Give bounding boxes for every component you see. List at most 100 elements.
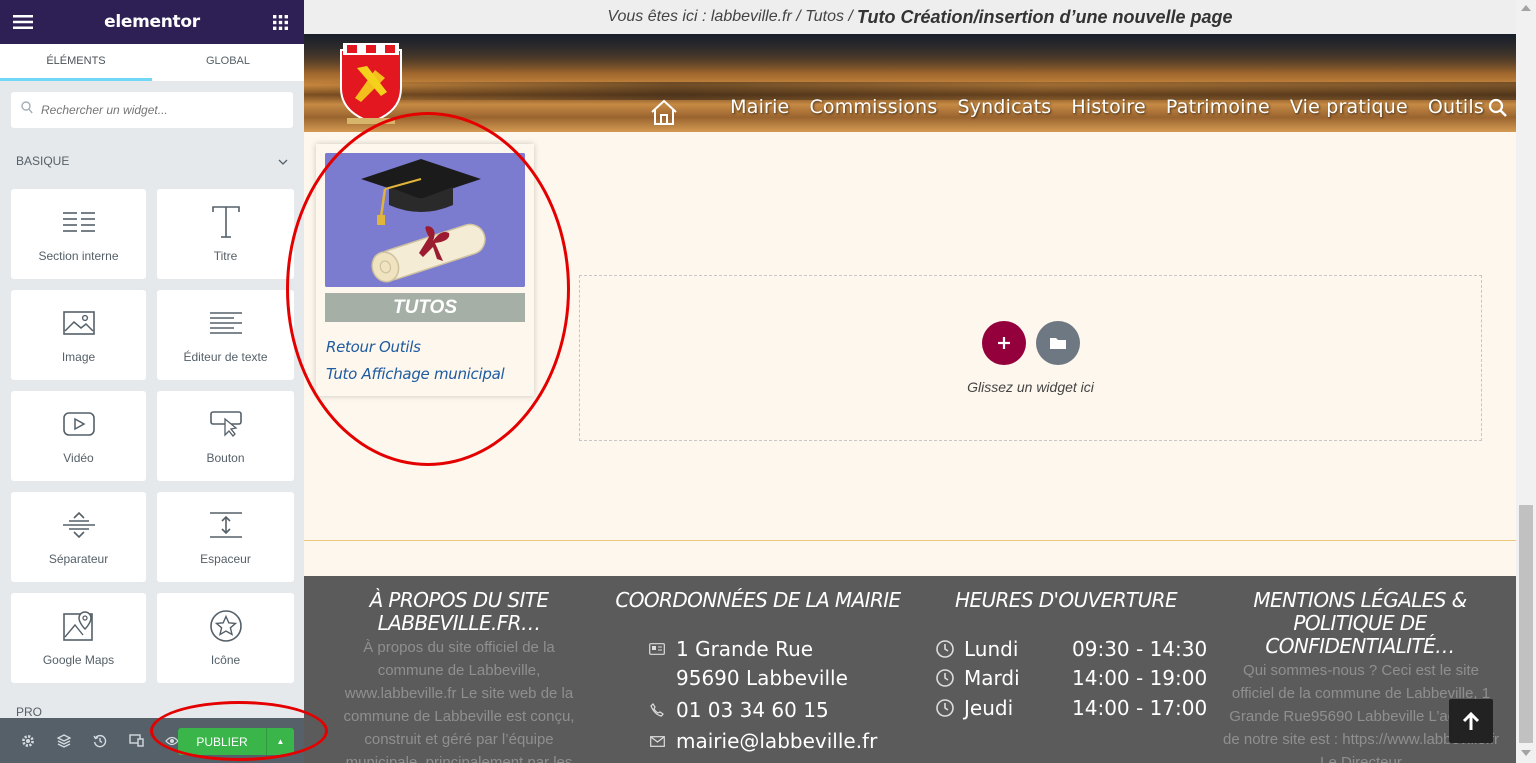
panel-tabs: ÉLÉMENTS GLOBAL	[0, 44, 304, 81]
link-tuto-affichage-municipal[interactable]: Tuto Affichage municipal	[326, 365, 505, 383]
drop-zone-text: Glissez un widget ici	[967, 379, 1094, 395]
widget-label: Éditeur de texte	[183, 350, 268, 364]
settings-icon[interactable]	[10, 718, 46, 763]
nav-search-icon[interactable]	[1488, 98, 1508, 123]
hours-day: Lundi	[964, 637, 1019, 661]
navigator-icon[interactable]	[46, 718, 82, 763]
category-basic-header[interactable]: BASIQUE	[0, 128, 304, 168]
arrow-up-icon	[1462, 711, 1480, 730]
footer-separator-line	[304, 540, 1516, 541]
category-pro-label[interactable]: PRO	[16, 705, 42, 719]
footer-phone-number[interactable]: 01 03 34 60 15	[676, 698, 829, 722]
hours-time: 09:30 - 14:30	[1072, 637, 1208, 661]
widget-label: Image	[61, 350, 96, 364]
tutos-sidebar-card: TUTOS Retour Outils Tuto Affichage munic…	[316, 144, 534, 396]
image-icon	[62, 306, 96, 340]
footer-address-line2: 95690 Labbeville	[676, 666, 848, 690]
page-scrollbar[interactable]	[1516, 0, 1536, 763]
footer-address-line1: 1 Grande Rue	[676, 637, 814, 661]
tab-elements[interactable]: ÉLÉMENTS	[0, 44, 152, 81]
main-navigation: Mairie Commissions Syndicats Histoire Pa…	[730, 96, 1484, 118]
nav-item-syndicats[interactable]: Syndicats	[957, 96, 1051, 118]
widget-search-input[interactable]	[41, 103, 261, 117]
link-retour-outils[interactable]: Retour Outils	[326, 338, 421, 356]
widget-label: Section interne	[38, 249, 119, 263]
footer-address-line2-row: 95690 Labbeville	[676, 666, 848, 690]
category-label: BASIQUE	[16, 154, 70, 168]
hours-row-mardi: Mardi 14:00 - 19:00	[936, 666, 1207, 690]
footer-email-address[interactable]: mairie@labbeville.fr	[676, 729, 877, 753]
nav-item-mairie[interactable]: Mairie	[730, 96, 789, 118]
hours-row-jeudi: Jeudi 14:00 - 17:00	[936, 696, 1207, 720]
hours-day: Mardi	[964, 666, 1020, 690]
page-content: TUTOS Retour Outils Tuto Affichage munic…	[304, 132, 1536, 540]
footer-phone: 01 03 34 60 15	[648, 698, 829, 722]
address-card-icon	[648, 640, 666, 658]
widget-spacer[interactable]: Espaceur	[157, 492, 294, 582]
envelope-icon	[648, 732, 666, 750]
hamburger-menu-icon[interactable]	[12, 11, 34, 33]
widget-heading[interactable]: Titre	[157, 189, 294, 279]
breadcrumb-path[interactable]: Vous êtes ici : labbeville.fr / Tutos /	[607, 8, 852, 26]
tutos-image	[325, 153, 525, 287]
widget-drop-zone[interactable]: Glissez un widget ici	[579, 275, 1482, 441]
home-icon[interactable]	[650, 98, 678, 131]
publish-group: PUBLIER ▲	[178, 728, 294, 755]
video-icon	[62, 407, 96, 441]
hours-time: 14:00 - 17:00	[1072, 696, 1208, 720]
add-template-button[interactable]	[1035, 321, 1080, 365]
widget-text-editor[interactable]: Éditeur de texte	[157, 290, 294, 380]
elementor-panel: elementor ÉLÉMENTS GLOBAL BASIQUE	[0, 0, 304, 763]
search-wrapper	[0, 81, 304, 128]
elementor-logo: elementor	[104, 12, 200, 32]
footer-contact-title: COORDONNÉES DE LA MAIRIE	[615, 588, 901, 612]
site-header: Mairie Commissions Syndicats Histoire Pa…	[304, 34, 1536, 132]
labbeville-crest-logo[interactable]	[337, 40, 405, 126]
publish-options-caret-icon[interactable]: ▲	[266, 728, 294, 755]
widgets-grid-icon[interactable]	[270, 11, 292, 33]
hours-row-lundi: Lundi 09:30 - 14:30	[936, 637, 1207, 661]
add-section-button[interactable]	[981, 321, 1026, 365]
footer-hours-title: HEURES D'OUVERTURE	[955, 588, 1178, 612]
footer-about-title: À PROPOS DU SITE LABBEVILLE.FR…	[369, 588, 549, 635]
clock-icon	[936, 699, 954, 717]
nav-item-histoire[interactable]: Histoire	[1071, 96, 1146, 118]
scrollbar-thumb[interactable]	[1519, 505, 1533, 743]
button-icon	[209, 407, 243, 441]
text-editor-icon	[209, 306, 243, 340]
panel-header: elementor	[0, 0, 304, 44]
clock-icon	[936, 669, 954, 687]
widget-button[interactable]: Bouton	[157, 391, 294, 481]
scroll-to-top-button[interactable]	[1449, 699, 1493, 743]
widget-video[interactable]: Vidéo	[11, 391, 146, 481]
widget-divider[interactable]: Séparateur	[11, 492, 146, 582]
tutos-title-bar: TUTOS	[325, 293, 525, 322]
footer-email: mairie@labbeville.fr	[648, 729, 877, 753]
widget-label: Titre	[213, 249, 238, 263]
nav-item-outils[interactable]: Outils	[1428, 96, 1484, 118]
nav-item-vie-pratique[interactable]: Vie pratique	[1290, 96, 1408, 118]
nav-item-commissions[interactable]: Commissions	[809, 96, 937, 118]
history-icon[interactable]	[82, 718, 118, 763]
tab-global[interactable]: GLOBAL	[152, 44, 304, 81]
nav-item-patrimoine[interactable]: Patrimoine	[1166, 96, 1270, 118]
divider-icon	[62, 508, 96, 542]
scroll-up-arrow-icon[interactable]	[1521, 5, 1531, 11]
responsive-icon[interactable]	[118, 718, 154, 763]
footer-address: 1 Grande Rue	[648, 637, 813, 661]
folder-icon	[1049, 338, 1066, 349]
phone-icon	[648, 701, 666, 719]
widget-icon[interactable]: Icône	[157, 593, 294, 683]
drop-zone-buttons	[981, 321, 1080, 365]
site-footer: À PROPOS DU SITE LABBEVILLE.FR… À propos…	[304, 576, 1516, 763]
hours-time: 14:00 - 19:00	[1072, 666, 1208, 690]
publish-button[interactable]: PUBLIER	[178, 728, 266, 755]
page-preview: Vous êtes ici : labbeville.fr / Tutos / …	[304, 0, 1536, 763]
plus-icon	[997, 337, 1010, 349]
widget-google-maps[interactable]: Google Maps	[11, 593, 146, 683]
scroll-down-arrow-icon[interactable]	[1521, 750, 1531, 756]
widget-label: Espaceur	[200, 552, 251, 566]
widget-label: Icône	[210, 653, 241, 667]
widget-image[interactable]: Image	[11, 290, 146, 380]
widget-inner-section[interactable]: Section interne	[11, 189, 146, 279]
